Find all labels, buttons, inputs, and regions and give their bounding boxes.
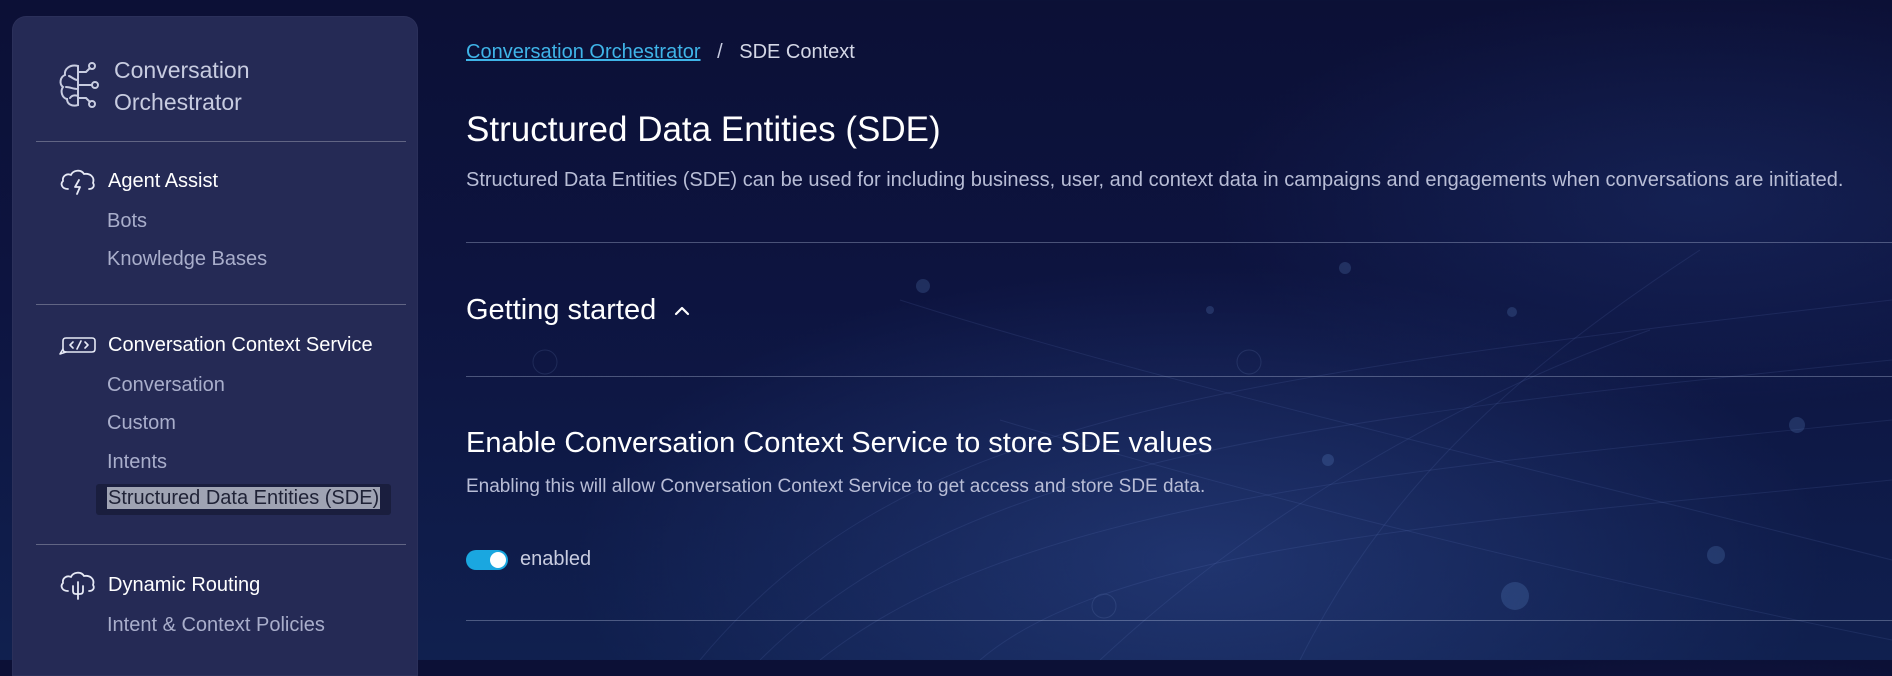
breadcrumb: Conversation Orchestrator / SDE Context bbox=[466, 41, 855, 64]
sidebar: Conversation Orchestrator Agent Assist B… bbox=[12, 16, 418, 676]
sidebar-item-bots[interactable]: Bots bbox=[107, 210, 147, 233]
enable-sde-toggle[interactable] bbox=[466, 549, 508, 570]
sidebar-group-agent-assist[interactable]: Agent Assist bbox=[58, 165, 218, 197]
sidebar-item-intents[interactable]: Intents bbox=[107, 451, 167, 474]
brain-circuit-icon bbox=[59, 62, 99, 108]
enable-sde-toggle-row: enabled bbox=[466, 548, 591, 571]
breadcrumb-separator: / bbox=[717, 41, 723, 63]
cloud-routing-icon bbox=[60, 571, 95, 600]
getting-started-label: Getting started bbox=[466, 294, 657, 326]
setting-title: Enable Conversation Context Service to s… bbox=[466, 427, 1213, 459]
section-divider bbox=[466, 376, 1892, 377]
sidebar-item-custom[interactable]: Custom bbox=[107, 412, 176, 435]
code-bubble-icon bbox=[59, 337, 96, 355]
toggle-state-label: enabled bbox=[520, 548, 592, 570]
brand-name-line-2: Orchestrator bbox=[114, 89, 242, 115]
getting-started-toggle[interactable]: Getting started bbox=[466, 294, 692, 327]
brand[interactable]: Conversation Orchestrator bbox=[56, 54, 250, 118]
breadcrumb-current: SDE Context bbox=[739, 41, 855, 63]
sidebar-item-label: Structured Data Entities (SDE) bbox=[107, 487, 381, 509]
breadcrumb-link-conversation-orchestrator[interactable]: Conversation Orchestrator bbox=[466, 41, 701, 63]
sidebar-group-title: Dynamic Routing bbox=[108, 573, 261, 596]
page-description: Structured Data Entities (SDE) can be us… bbox=[466, 169, 1844, 191]
sidebar-divider bbox=[36, 304, 406, 305]
setting-description: Enabling this will allow Conversation Co… bbox=[466, 476, 1206, 497]
sidebar-item-conversation[interactable]: Conversation bbox=[107, 374, 225, 397]
section-divider bbox=[466, 242, 1892, 243]
section-divider bbox=[466, 620, 1892, 621]
brand-name-line-1: Conversation bbox=[114, 57, 250, 83]
sidebar-group-title: Agent Assist bbox=[108, 169, 219, 192]
toggle-knob bbox=[490, 551, 506, 568]
sidebar-divider bbox=[36, 141, 406, 142]
sidebar-item-structured-data-entities[interactable]: Structured Data Entities (SDE) bbox=[96, 484, 392, 515]
sidebar-group-title: Conversation Context Service bbox=[108, 333, 373, 356]
sidebar-item-knowledge-bases[interactable]: Knowledge Bases bbox=[107, 248, 267, 271]
cloud-lightning-icon bbox=[60, 169, 95, 195]
page-title: Structured Data Entities (SDE) bbox=[466, 110, 941, 149]
sidebar-divider bbox=[36, 544, 406, 545]
sidebar-group-conversation-context-service[interactable]: Conversation Context Service bbox=[58, 329, 373, 361]
sidebar-item-intent-context-policies[interactable]: Intent & Context Policies bbox=[107, 614, 325, 637]
chevron-up-icon bbox=[675, 306, 690, 315]
sidebar-group-dynamic-routing[interactable]: Dynamic Routing bbox=[58, 569, 260, 601]
